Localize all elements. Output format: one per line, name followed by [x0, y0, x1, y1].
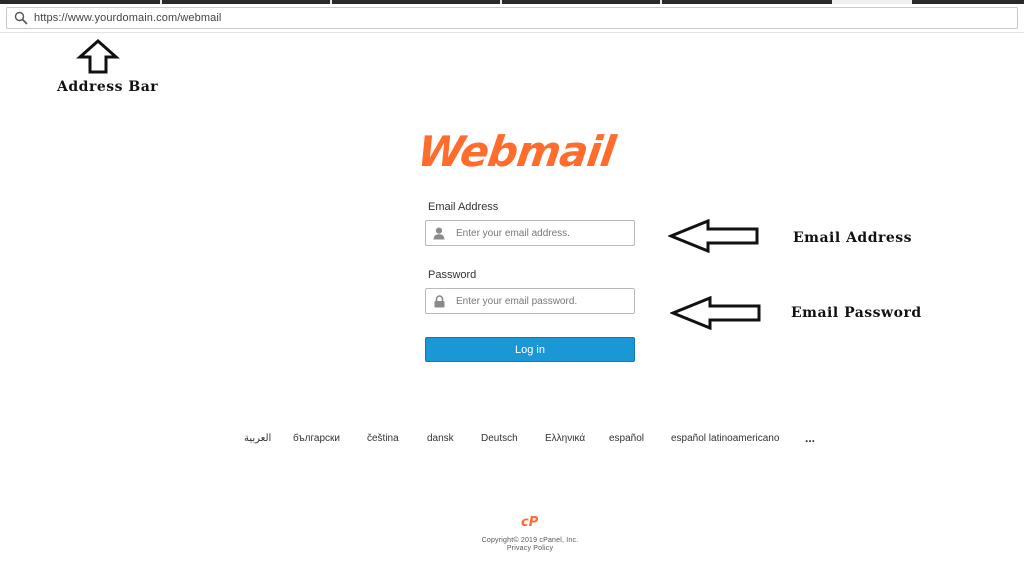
language-link[interactable]: Ελληνικά [545, 433, 585, 444]
lock-icon [426, 289, 452, 313]
password-field[interactable] [425, 288, 635, 314]
language-link[interactable]: čeština [367, 433, 399, 444]
email-address-annotation: Email Address [793, 230, 913, 246]
language-link[interactable]: dansk [427, 433, 454, 444]
password-label: Password [428, 269, 477, 281]
tab-divider [330, 0, 332, 4]
up-arrow-icon [76, 39, 120, 74]
cpanel-logo-icon: cP [521, 515, 539, 529]
privacy-policy-link[interactable]: Privacy Policy [430, 545, 630, 552]
password-input[interactable] [456, 292, 626, 310]
cpanel-logo-text: cP [521, 515, 539, 529]
left-arrow-icon [670, 296, 761, 330]
email-field[interactable] [425, 220, 635, 246]
language-link[interactable]: العربية [244, 433, 271, 444]
email-address-label: Email Address [428, 201, 499, 213]
active-tab-indicator [832, 0, 912, 4]
browser-tab-strip [0, 0, 1024, 4]
language-link[interactable]: español latinoamericano [671, 433, 779, 444]
tab-divider [500, 0, 502, 4]
email-input[interactable] [456, 224, 626, 242]
address-bar-annotation: Address Bar [57, 79, 159, 95]
webmail-logo-text: Webmail [414, 127, 618, 176]
email-password-annotation: Email Password [791, 305, 922, 321]
copyright-text: Copyright© 2019 cPanel, Inc. [481, 537, 579, 544]
language-list: العربية български čeština dansk Deutsch … [0, 431, 1024, 449]
search-icon [14, 11, 28, 25]
tab-divider [660, 0, 662, 4]
address-bar-url[interactable]: https://www.yourdomain.com/webmail [34, 12, 221, 24]
more-languages-button[interactable]: ... [805, 431, 815, 445]
login-button[interactable]: Log in [425, 337, 635, 362]
user-icon [426, 221, 452, 245]
toolbar-divider [0, 32, 1024, 33]
language-link[interactable]: español [609, 433, 644, 444]
address-bar[interactable]: https://www.yourdomain.com/webmail [6, 7, 1018, 29]
language-link[interactable]: Deutsch [481, 433, 518, 444]
left-arrow-icon [668, 219, 759, 253]
webmail-logo: Webmail [414, 127, 648, 176]
tab-divider [160, 0, 162, 4]
language-link[interactable]: български [293, 433, 340, 444]
